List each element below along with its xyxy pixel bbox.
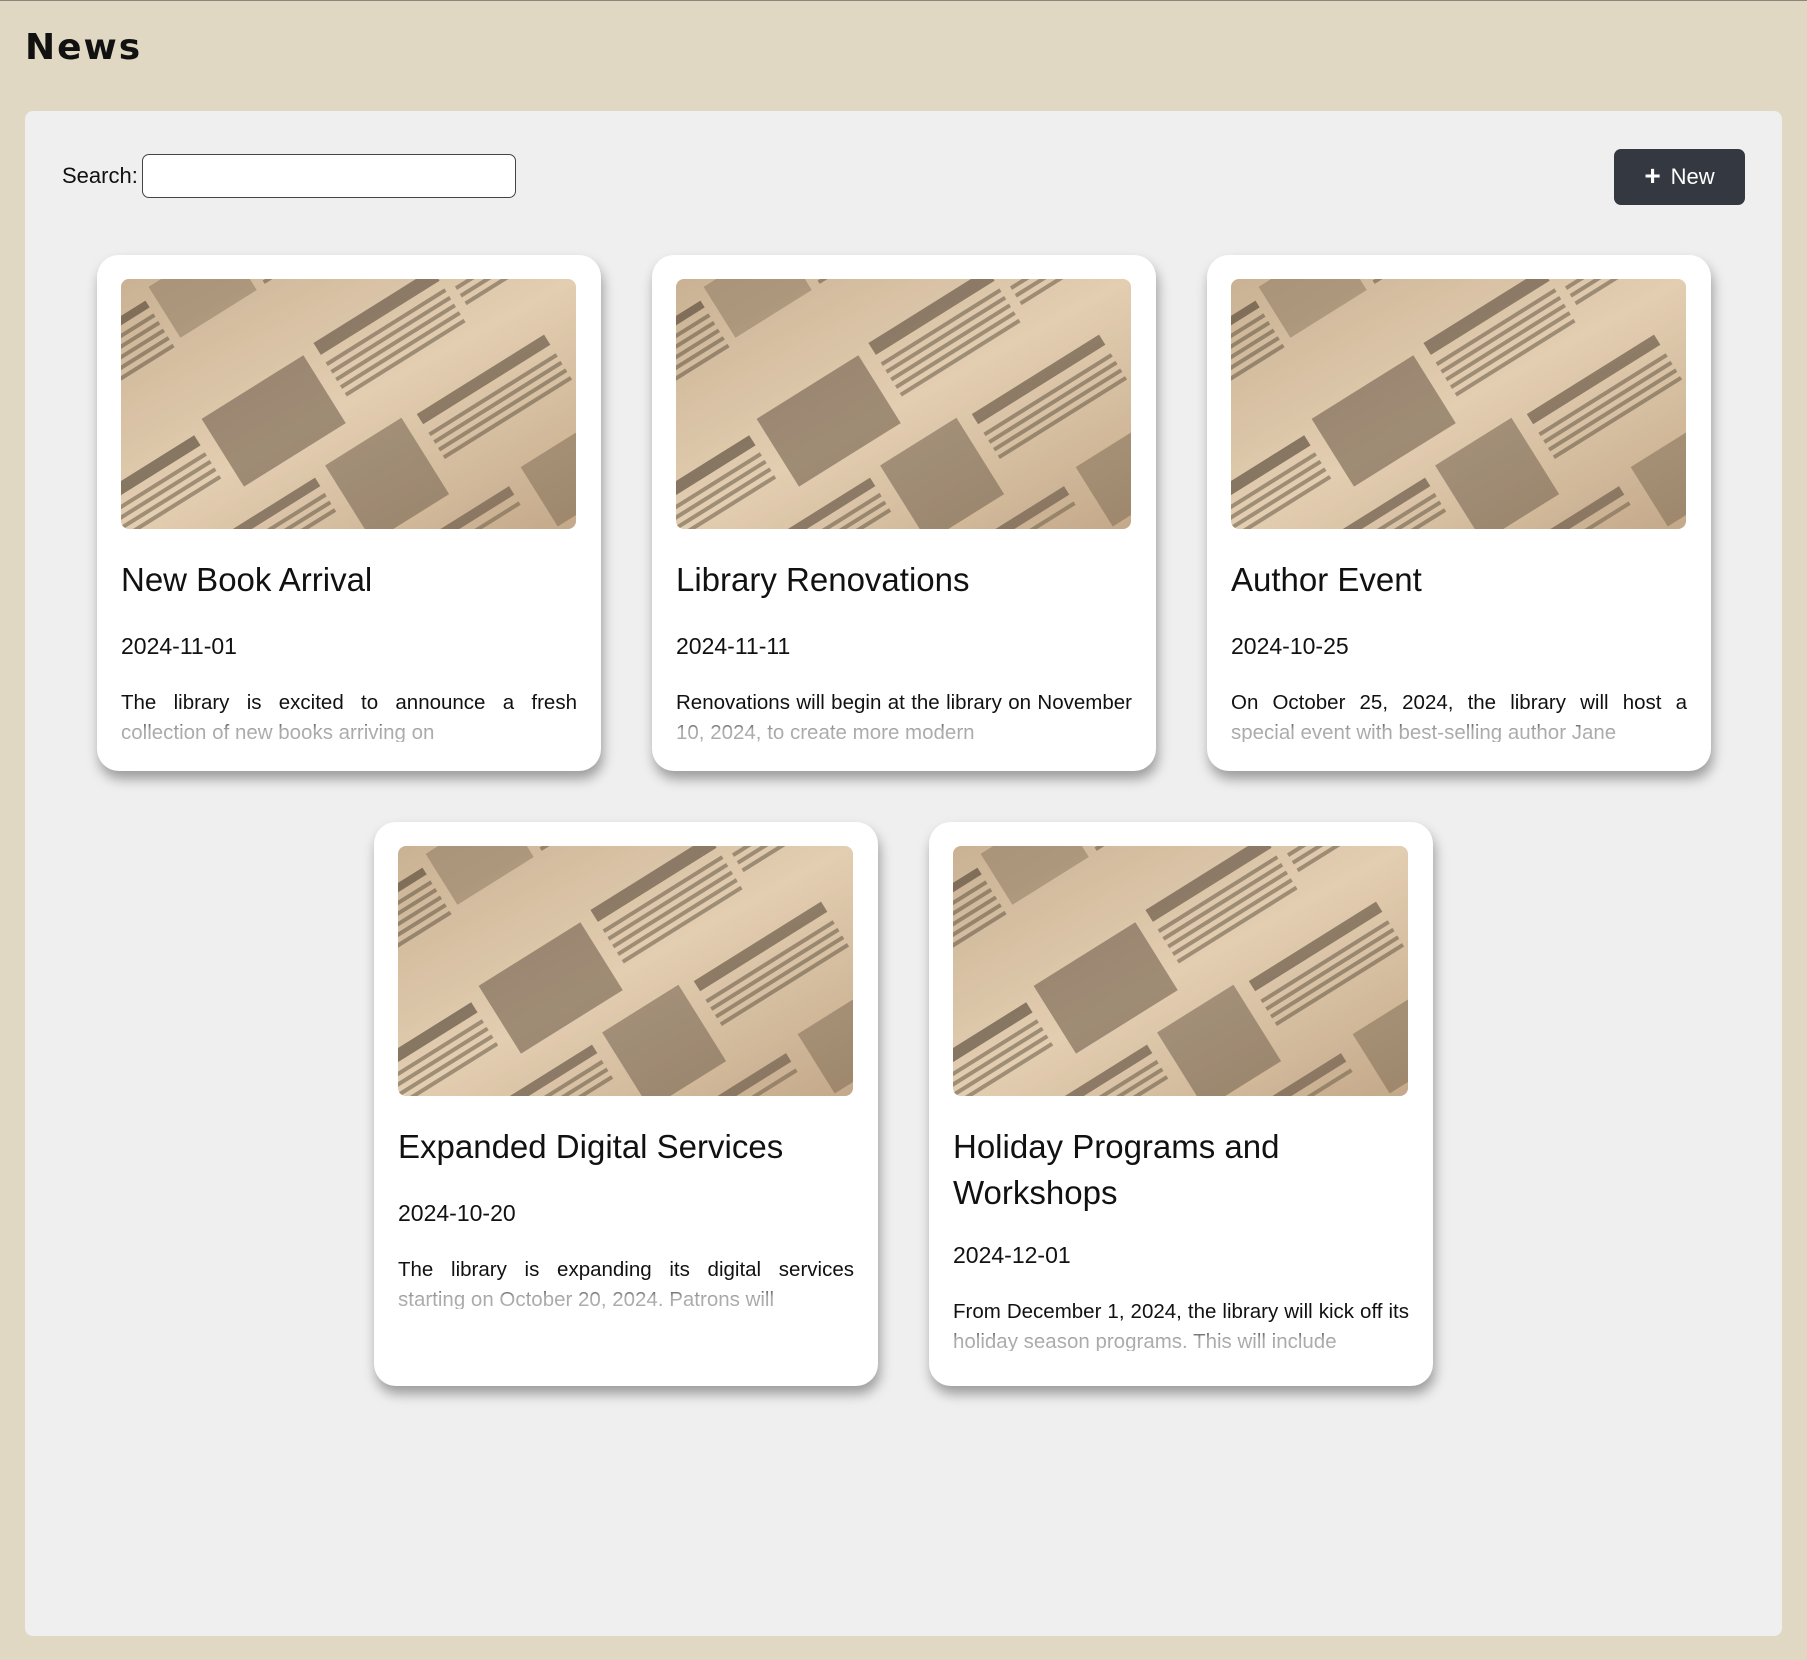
news-date: 2024-10-20 bbox=[398, 1200, 516, 1226]
page-title: News bbox=[25, 27, 143, 68]
news-summary: The library is excited to announce a fre… bbox=[121, 691, 577, 742]
news-title: Expanded Digital Services bbox=[398, 1128, 784, 1165]
news-card[interactable]: Author Event 2024-10-25 On October 25, 2… bbox=[1207, 255, 1711, 771]
news-summary: Renovations will begin at the library on… bbox=[676, 691, 1132, 742]
search-label: Search: bbox=[62, 163, 138, 188]
news-image bbox=[1231, 279, 1686, 529]
news-summary: On October 25, 2024, the library will ho… bbox=[1231, 691, 1687, 742]
new-button-label: New bbox=[1670, 164, 1715, 189]
news-summary: From December 1, 2024, the library will … bbox=[953, 1300, 1409, 1351]
news-title: Holiday Programs and Workshops bbox=[953, 1128, 1280, 1211]
news-summary: The library is expanding its digital ser… bbox=[398, 1258, 854, 1309]
news-date: 2024-11-01 bbox=[121, 633, 237, 659]
news-card[interactable]: Holiday Programs and Workshops 2024-12-0… bbox=[929, 822, 1433, 1386]
news-title: Author Event bbox=[1231, 561, 1422, 598]
news-title: Library Renovations bbox=[676, 561, 970, 598]
news-card[interactable]: Library Renovations 2024-11-11 Renovatio… bbox=[652, 255, 1156, 771]
news-date: 2024-11-11 bbox=[676, 633, 791, 659]
news-card[interactable]: New Book Arrival 2024-11-01 The library … bbox=[97, 255, 601, 771]
news-image bbox=[398, 846, 853, 1096]
news-title: New Book Arrival bbox=[121, 561, 373, 598]
plus-icon: + bbox=[1644, 159, 1661, 191]
news-image bbox=[121, 279, 576, 529]
new-button[interactable]: + New bbox=[1614, 149, 1745, 205]
news-card[interactable]: Expanded Digital Services 2024-10-20 The… bbox=[374, 822, 878, 1386]
news-image bbox=[953, 846, 1408, 1096]
search-input[interactable] bbox=[142, 154, 516, 198]
news-date: 2024-12-01 bbox=[953, 1242, 1071, 1268]
news-image bbox=[676, 279, 1131, 529]
news-date: 2024-10-25 bbox=[1231, 633, 1349, 659]
news-panel: Search: + New New Book Arrival 2024-11-0… bbox=[25, 111, 1782, 1636]
